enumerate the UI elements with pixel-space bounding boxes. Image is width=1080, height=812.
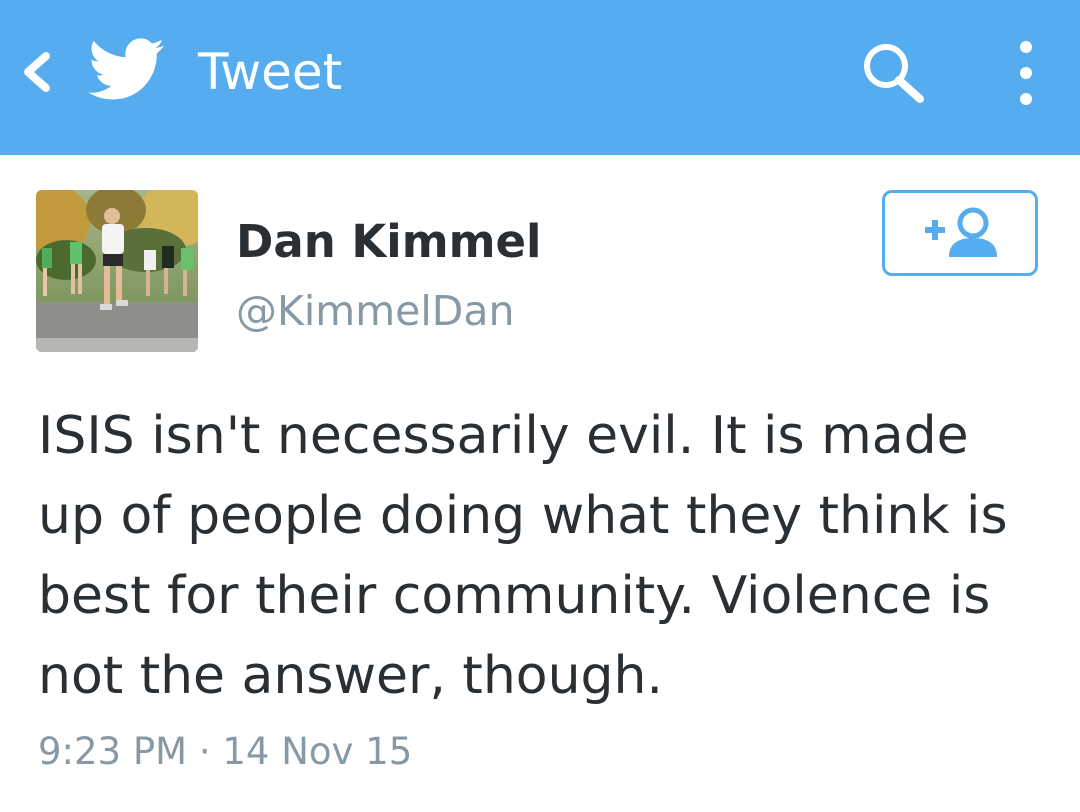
tweet-date: 14 Nov 15 (222, 730, 413, 773)
tweet-time: 9:23 PM (38, 730, 188, 773)
search-icon (864, 44, 924, 103)
follow-user-icon (925, 207, 997, 257)
twitter-logo (88, 38, 166, 102)
author-name[interactable]: Dan Kimmel (236, 214, 541, 270)
twitter-bird-icon (88, 38, 165, 100)
tweet-text: ISIS isn't necessarily evil. It is made … (38, 406, 1008, 706)
timestamp-separator: · (198, 730, 211, 773)
app-bar: Tweet (0, 0, 1080, 155)
more-vertical-icon (1020, 41, 1032, 105)
page-title: Tweet (198, 43, 343, 101)
back-button[interactable] (14, 46, 60, 98)
avatar[interactable] (36, 190, 198, 352)
tweet-timestamp[interactable]: 9:23 PM · 14 Nov 15 (38, 726, 412, 778)
author-handle[interactable]: @KimmelDan (236, 284, 514, 338)
overflow-menu-button[interactable] (1004, 38, 1048, 108)
chevron-left-icon (24, 52, 50, 92)
avatar-photo (36, 190, 198, 352)
follow-button[interactable] (882, 190, 1038, 276)
search-button[interactable] (858, 40, 930, 106)
